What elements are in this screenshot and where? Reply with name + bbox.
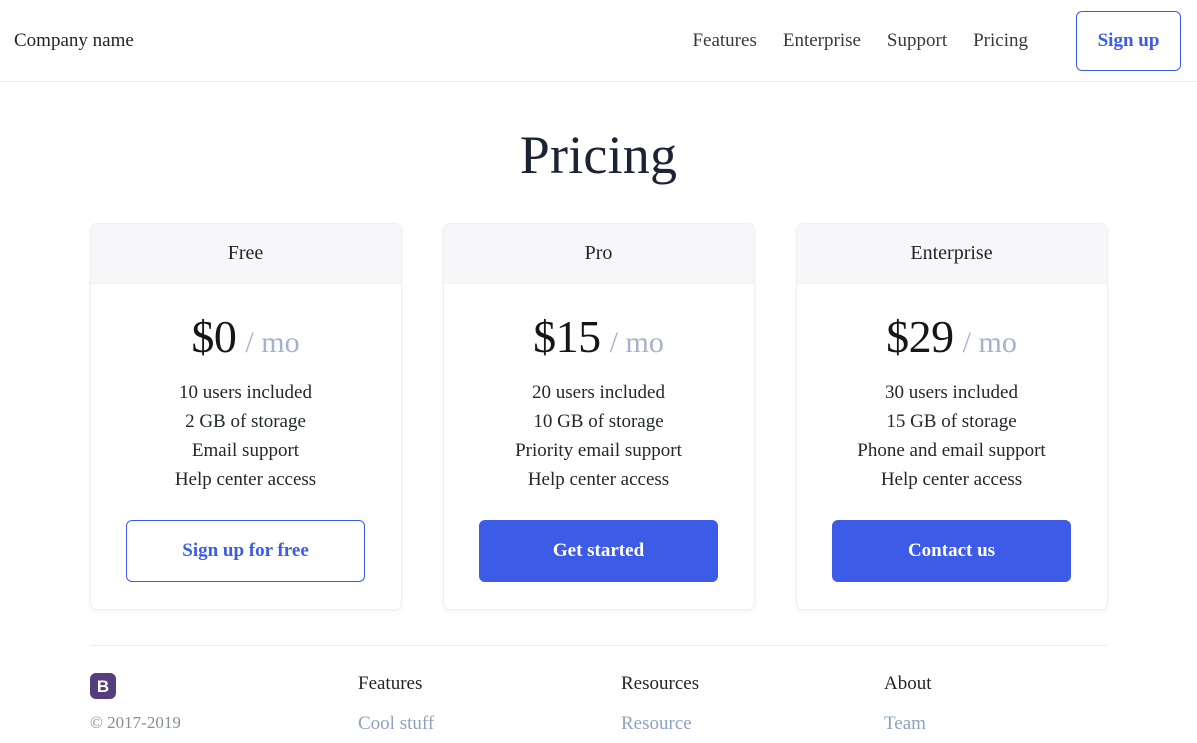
plan-body: $0 / mo 10 users included 2 GB of storag… [91,284,401,609]
feature-item: Priority email support [515,440,682,462]
feature-item: 30 users included [885,382,1018,404]
feature-item: 2 GB of storage [185,411,306,433]
feature-item: Email support [191,440,300,462]
price-period: / mo [245,326,300,360]
price-period: / mo [962,326,1017,360]
footer-brand: B © 2017-2019 [90,673,358,733]
price-amount: $0 [191,311,237,363]
footer-column-title: About [884,673,932,695]
feature-item: 15 GB of storage [886,411,1017,433]
brand-name[interactable]: Company name [14,31,134,50]
plan-name: Pro [443,224,754,285]
pricing-cards: Free $0 / mo 10 users included 2 GB of s… [0,223,1197,611]
site-footer: B © 2017-2019 Features Cool stuff Resour… [90,645,1107,739]
plan-name: Enterprise [796,224,1107,285]
feature-item: Phone and email support [857,440,1046,462]
bootstrap-logo-icon: B [90,673,116,700]
pricing-card-free: Free $0 / mo 10 users included 2 GB of s… [89,223,402,611]
copyright-text: © 2017-2019 [90,713,181,733]
nav-link-pricing[interactable]: Pricing [973,30,1028,52]
plan-body: $29 / mo 30 users included 15 GB of stor… [797,284,1107,609]
price-period: / mo [609,326,664,360]
site-header: Company name Features Enterprise Support… [0,0,1197,82]
footer-column-features: Features Cool stuff [358,673,621,739]
feature-item: 10 GB of storage [533,411,664,433]
sign-up-button[interactable]: Sign up [1076,10,1181,71]
plan-price: $0 / mo [191,314,299,360]
feature-item: 20 users included [532,382,665,404]
price-amount: $15 [533,311,601,363]
footer-column-title: Features [358,673,423,695]
nav-link-enterprise[interactable]: Enterprise [783,30,861,52]
nav-link-support[interactable]: Support [887,30,947,52]
contact-us-button[interactable]: Contact us [832,520,1071,583]
footer-column-resources: Resources Resource [621,673,884,739]
plan-features: 30 users included 15 GB of storage Phone… [857,378,1045,494]
plan-features: 10 users included 2 GB of storage Email … [175,378,316,494]
price-amount: $29 [886,311,954,363]
footer-column-about: About Team [884,673,1147,739]
feature-item: Help center access [880,469,1023,491]
footer-link-resource[interactable]: Resource [621,709,884,739]
pricing-card-pro: Pro $15 / mo 20 users included 10 GB of … [442,223,755,611]
plan-features: 20 users included 10 GB of storage Prior… [515,378,682,494]
footer-link-cool-stuff[interactable]: Cool stuff [358,709,621,739]
nav-link-features[interactable]: Features [692,30,756,52]
footer-column-title: Resources [621,673,700,695]
get-started-button[interactable]: Get started [479,520,718,583]
plan-price: $29 / mo [886,314,1017,360]
feature-item: Help center access [527,469,670,491]
primary-nav: Features Enterprise Support Pricing Sign… [692,10,1181,71]
sign-up-for-free-button[interactable]: Sign up for free [126,520,365,583]
pricing-card-enterprise: Enterprise $29 / mo 30 users included 15… [795,223,1108,611]
page-title: Pricing [519,125,678,185]
footer-link-team[interactable]: Team [884,709,1147,739]
plan-body: $15 / mo 20 users included 10 GB of stor… [444,284,754,609]
feature-item: Help center access [174,469,317,491]
feature-item: 10 users included [179,382,312,404]
plan-name: Free [90,224,401,285]
plan-price: $15 / mo [533,314,664,360]
